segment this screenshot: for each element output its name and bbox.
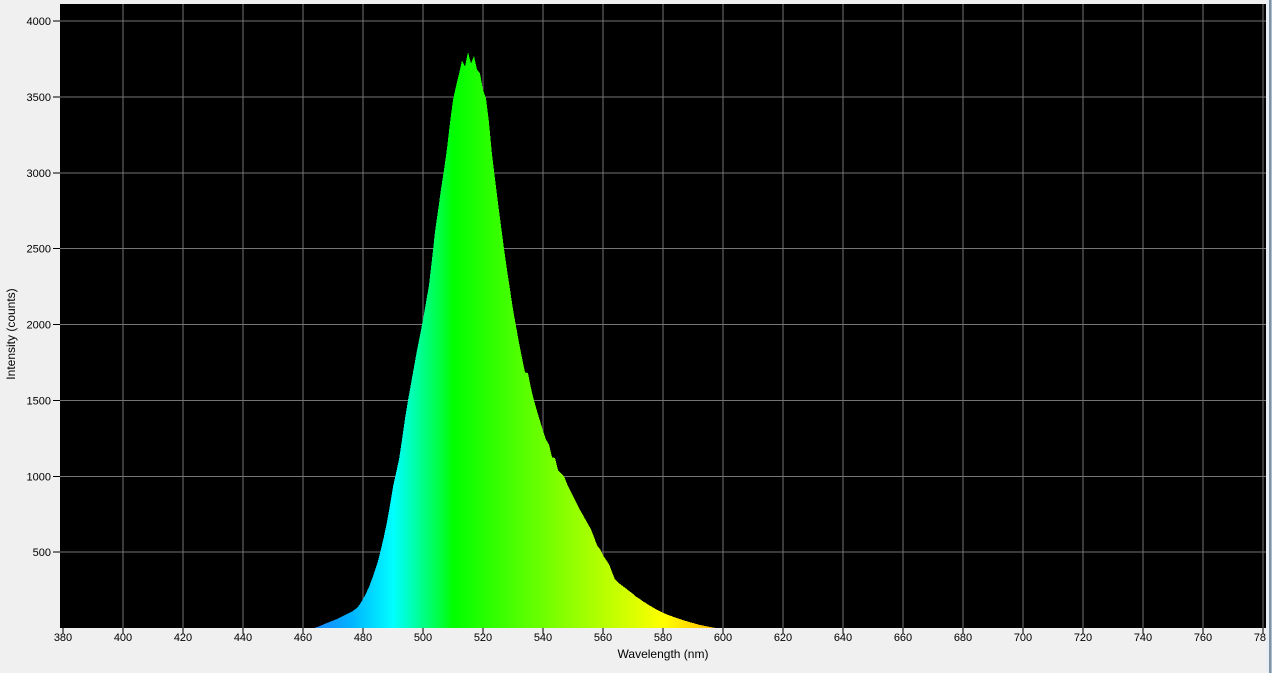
x-tick-label: 700 — [1014, 632, 1032, 644]
x-tick-label: 740 — [1134, 632, 1152, 644]
x-tick-label: 720 — [1074, 632, 1092, 644]
x-tick-label: 380 — [54, 632, 72, 644]
x-tick-labels: 380 400 420 440 460 480 500 520 540 560 580 600 620 6… — [54, 632, 1272, 644]
x-tick-label: 600 — [714, 632, 732, 644]
x-tick-label: 400 — [114, 632, 132, 644]
x-axis-title: Wavelength (nm) — [617, 647, 709, 661]
y-tick-label: 1000 — [27, 471, 51, 483]
x-tick-label: 760 — [1194, 632, 1212, 644]
x-tick-label: 520 — [474, 632, 492, 644]
x-tick-label: 660 — [894, 632, 912, 644]
x-tick-label: 640 — [834, 632, 852, 644]
x-tick-label: 540 — [534, 632, 552, 644]
x-tick-label: 620 — [774, 632, 792, 644]
y-tick-label: 2000 — [27, 320, 51, 332]
x-tick-label: 440 — [234, 632, 252, 644]
x-tick-label: 560 — [594, 632, 612, 644]
y-tick-label: 1500 — [27, 395, 51, 407]
x-tick-label: 680 — [954, 632, 972, 644]
y-axis-title: Intensity (counts) — [4, 288, 18, 380]
y-tick-label: 3500 — [27, 92, 51, 104]
x-tick-label: 460 — [294, 632, 312, 644]
y-tick-labels: 500 1000 1500 2000 2500 3000 3500 4000 — [27, 16, 51, 559]
y-tick-label: 500 — [33, 547, 51, 559]
y-tick-label: 4000 — [27, 16, 51, 28]
x-tick-label: 500 — [414, 632, 432, 644]
x-tick-label: 580 — [654, 632, 672, 644]
window-right-border — [1266, 0, 1272, 673]
x-tick-label: 480 — [354, 632, 372, 644]
x-tick-label: 420 — [174, 632, 192, 644]
spectrometer-chart-page: 380 400 420 440 460 480 500 520 540 560 580 600 620 6… — [0, 0, 1272, 673]
y-tick-label: 2500 — [27, 244, 51, 256]
y-tick-label: 3000 — [27, 168, 51, 180]
spectrum-chart: 380 400 420 440 460 480 500 520 540 560 580 600 620 6… — [27, 4, 1272, 644]
